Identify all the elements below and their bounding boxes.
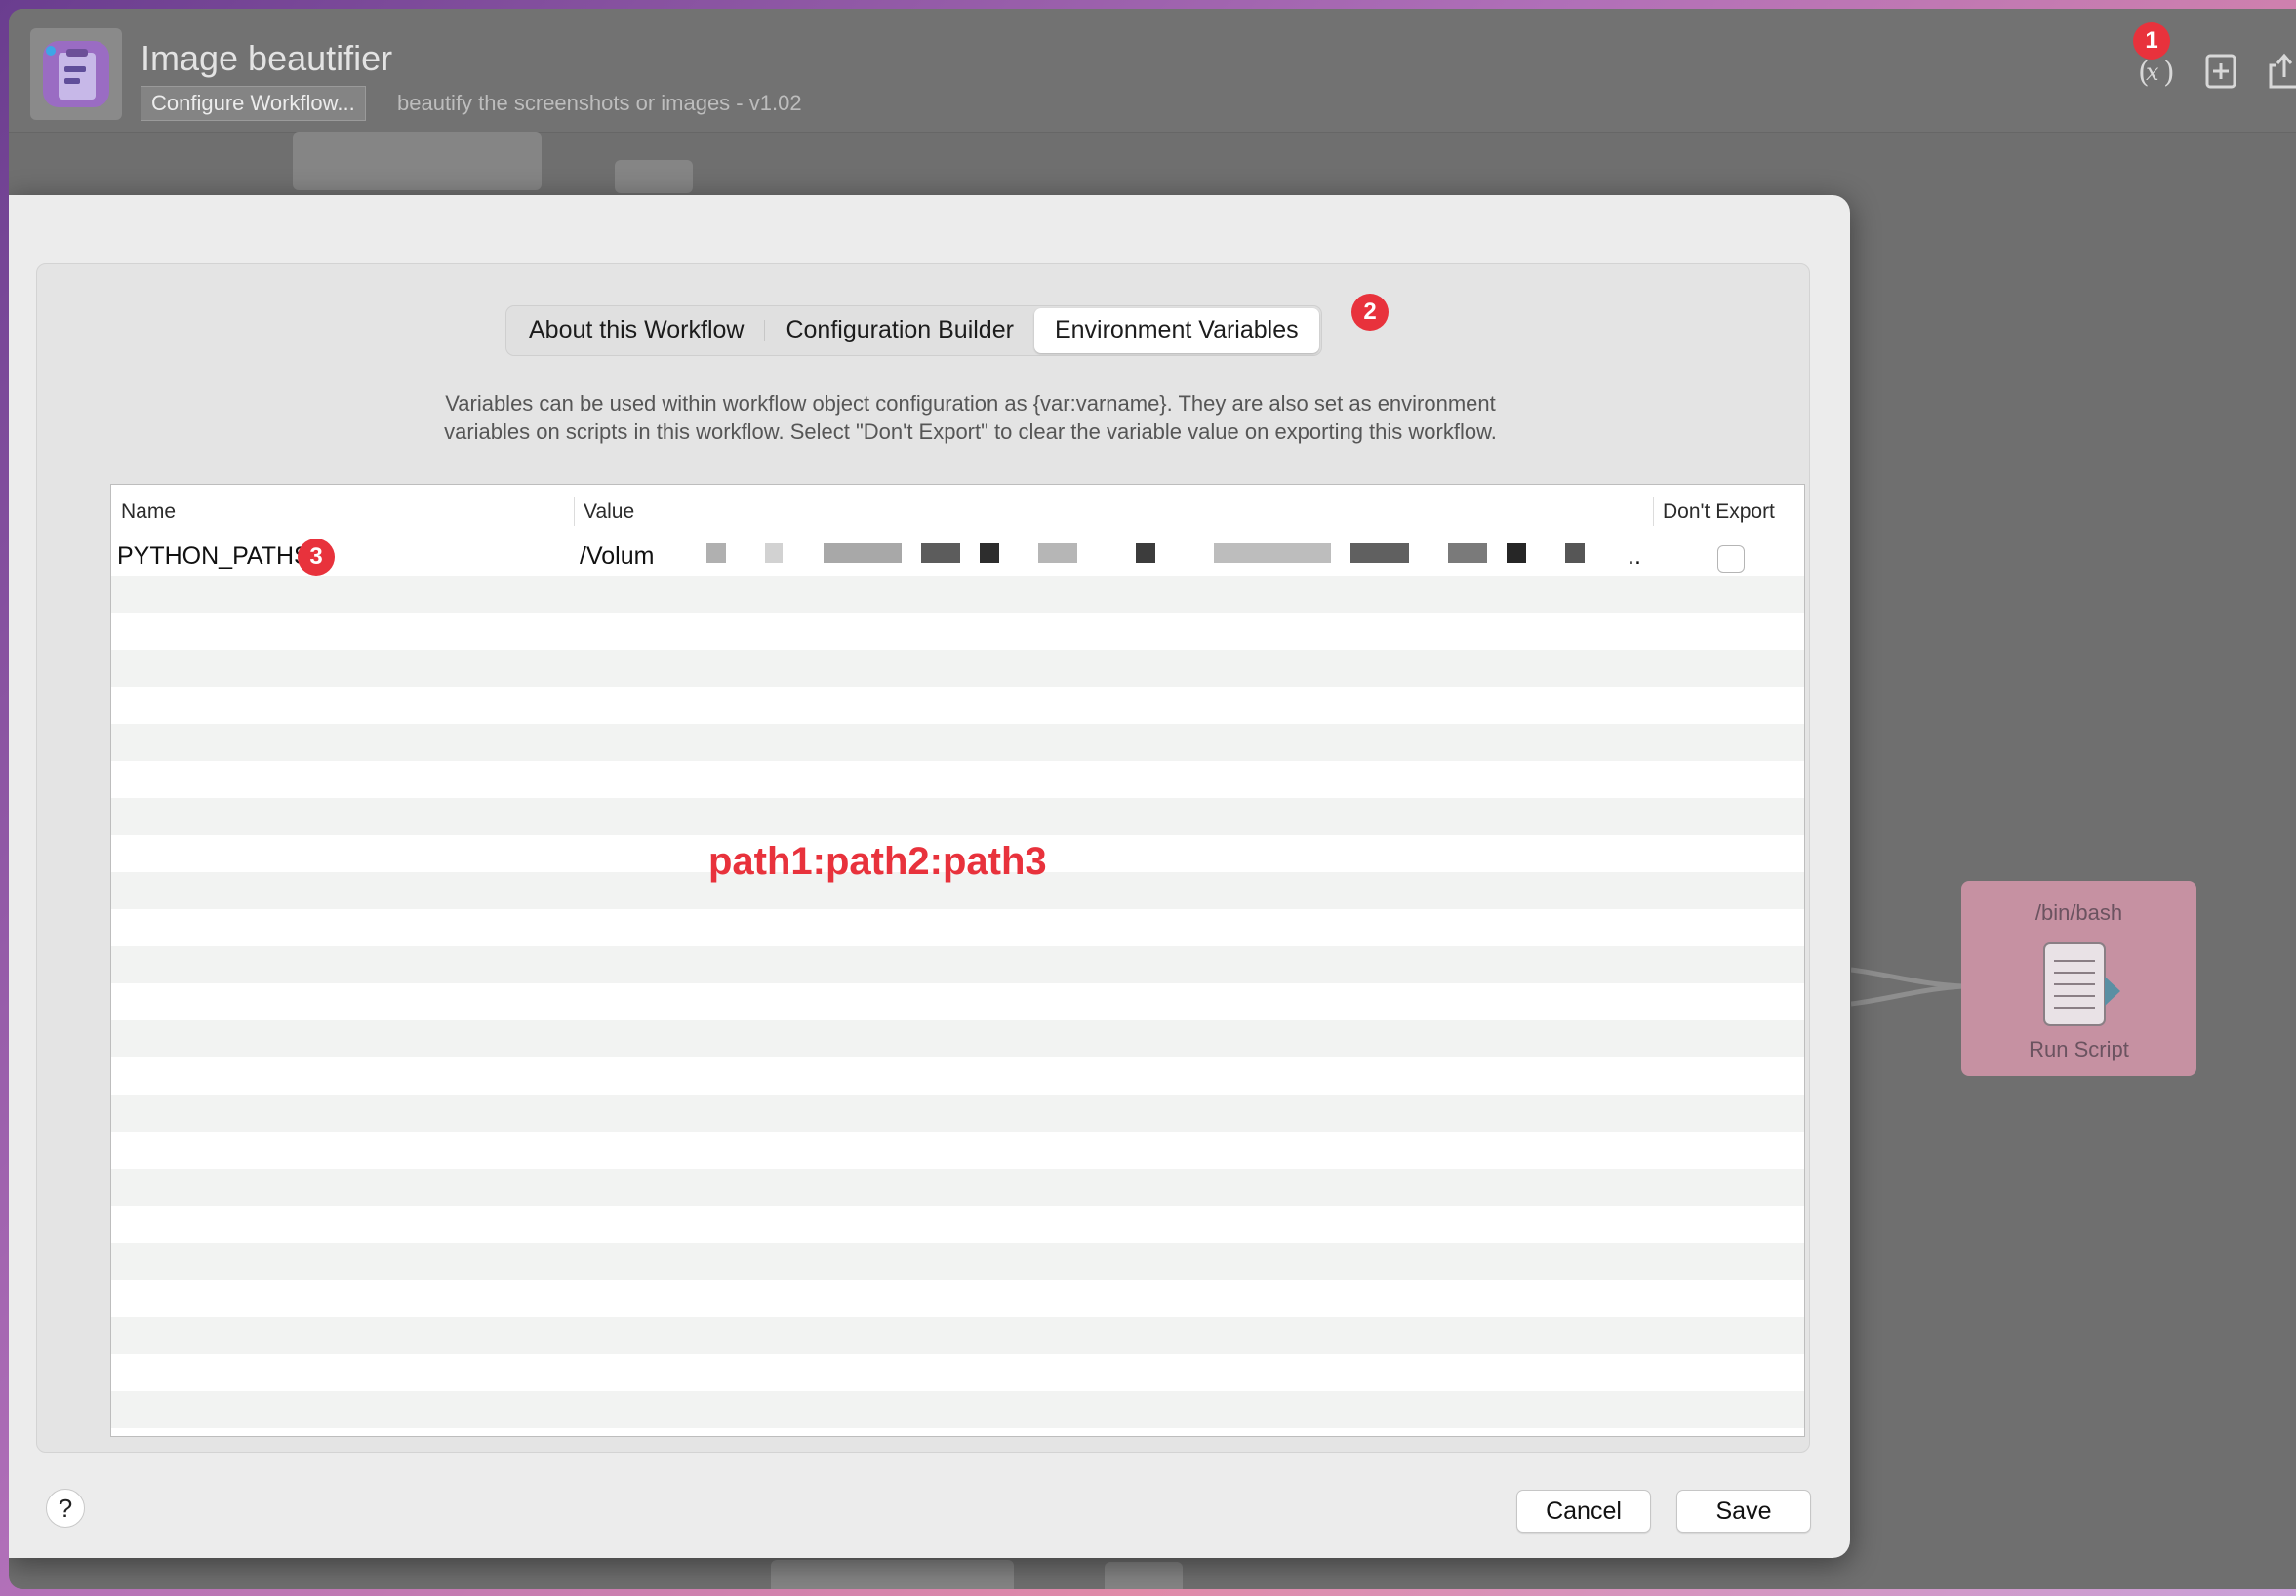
tab-configuration-builder[interactable]: Configuration Builder [765,308,1033,353]
column-header-name[interactable]: Name [121,500,176,524]
tab-bar: About this Workflow Configuration Builde… [505,305,1322,356]
background-workflow-node [615,160,693,193]
tab-about-this-workflow[interactable]: About this Workflow [508,308,764,353]
share-icon[interactable] [2263,52,2296,91]
variable-value-ellipsis: .. [1628,542,1641,570]
column-header-value[interactable]: Value [584,500,634,524]
table-rows [111,539,1804,1436]
workflow-editor-window: Image beautifier Configure Workflow... b… [9,9,2296,1589]
cancel-button[interactable]: Cancel [1516,1490,1651,1533]
run-script-label: Run Script [2029,1037,2129,1061]
workflow-configuration-dialog: About this Workflow Configuration Builde… [9,195,1850,1558]
column-separator [574,497,575,526]
column-header-dont-export[interactable]: Don't Export [1663,500,1775,524]
workflow-app-icon [30,28,122,120]
run-script-language: /bin/bash [2034,900,2123,925]
workflow-title: Image beautifier [141,38,393,78]
workflow-subtitle: beautify the screenshots or images - v1.… [397,91,802,115]
background-workflow-node [771,1560,1014,1589]
dialog-panel: About this Workflow Configuration Builde… [36,263,1810,1453]
background-workflow-node [1105,1562,1183,1589]
path-format-annotation: path1:path2:path3 [708,840,1047,883]
step-badge-1: 1 [2133,22,2170,60]
connection-lines [1851,967,1964,1007]
script-icon [2031,938,2128,1035]
svg-text:x: x [2146,59,2159,86]
table-header: Name Value Don't Export [111,485,1804,539]
column-separator [1653,497,1654,526]
tab-environment-variables[interactable]: Environment Variables [1033,308,1319,353]
titlebar: Image beautifier Configure Workflow... b… [9,9,2296,133]
background-workflow-node [293,132,542,190]
dont-export-checkbox[interactable] [1717,545,1745,573]
configure-workflow-button[interactable]: Configure Workflow... [141,86,366,121]
environment-variables-description: Variables can be used within workflow ob… [359,389,1582,446]
description-line-1: Variables can be used within workflow ob… [445,391,1496,416]
variable-value-cell[interactable]: /Volum [580,542,654,571]
svg-text:): ) [2163,56,2175,90]
help-button[interactable]: ? [46,1489,85,1528]
description-line-2: variables on scripts in this workflow. S… [444,419,1497,444]
step-badge-3: 3 [298,539,335,576]
variable-name-cell[interactable]: PYTHON_PATHS [117,542,310,571]
run-script-node[interactable]: /bin/bash Run Script [1961,881,2196,1076]
step-badge-2: 2 [1351,294,1389,331]
variables-table[interactable]: Name Value Don't Export PYTHON_PATHS /Vo… [110,484,1805,1437]
save-button[interactable]: Save [1676,1490,1811,1533]
add-object-icon[interactable] [2201,52,2240,91]
